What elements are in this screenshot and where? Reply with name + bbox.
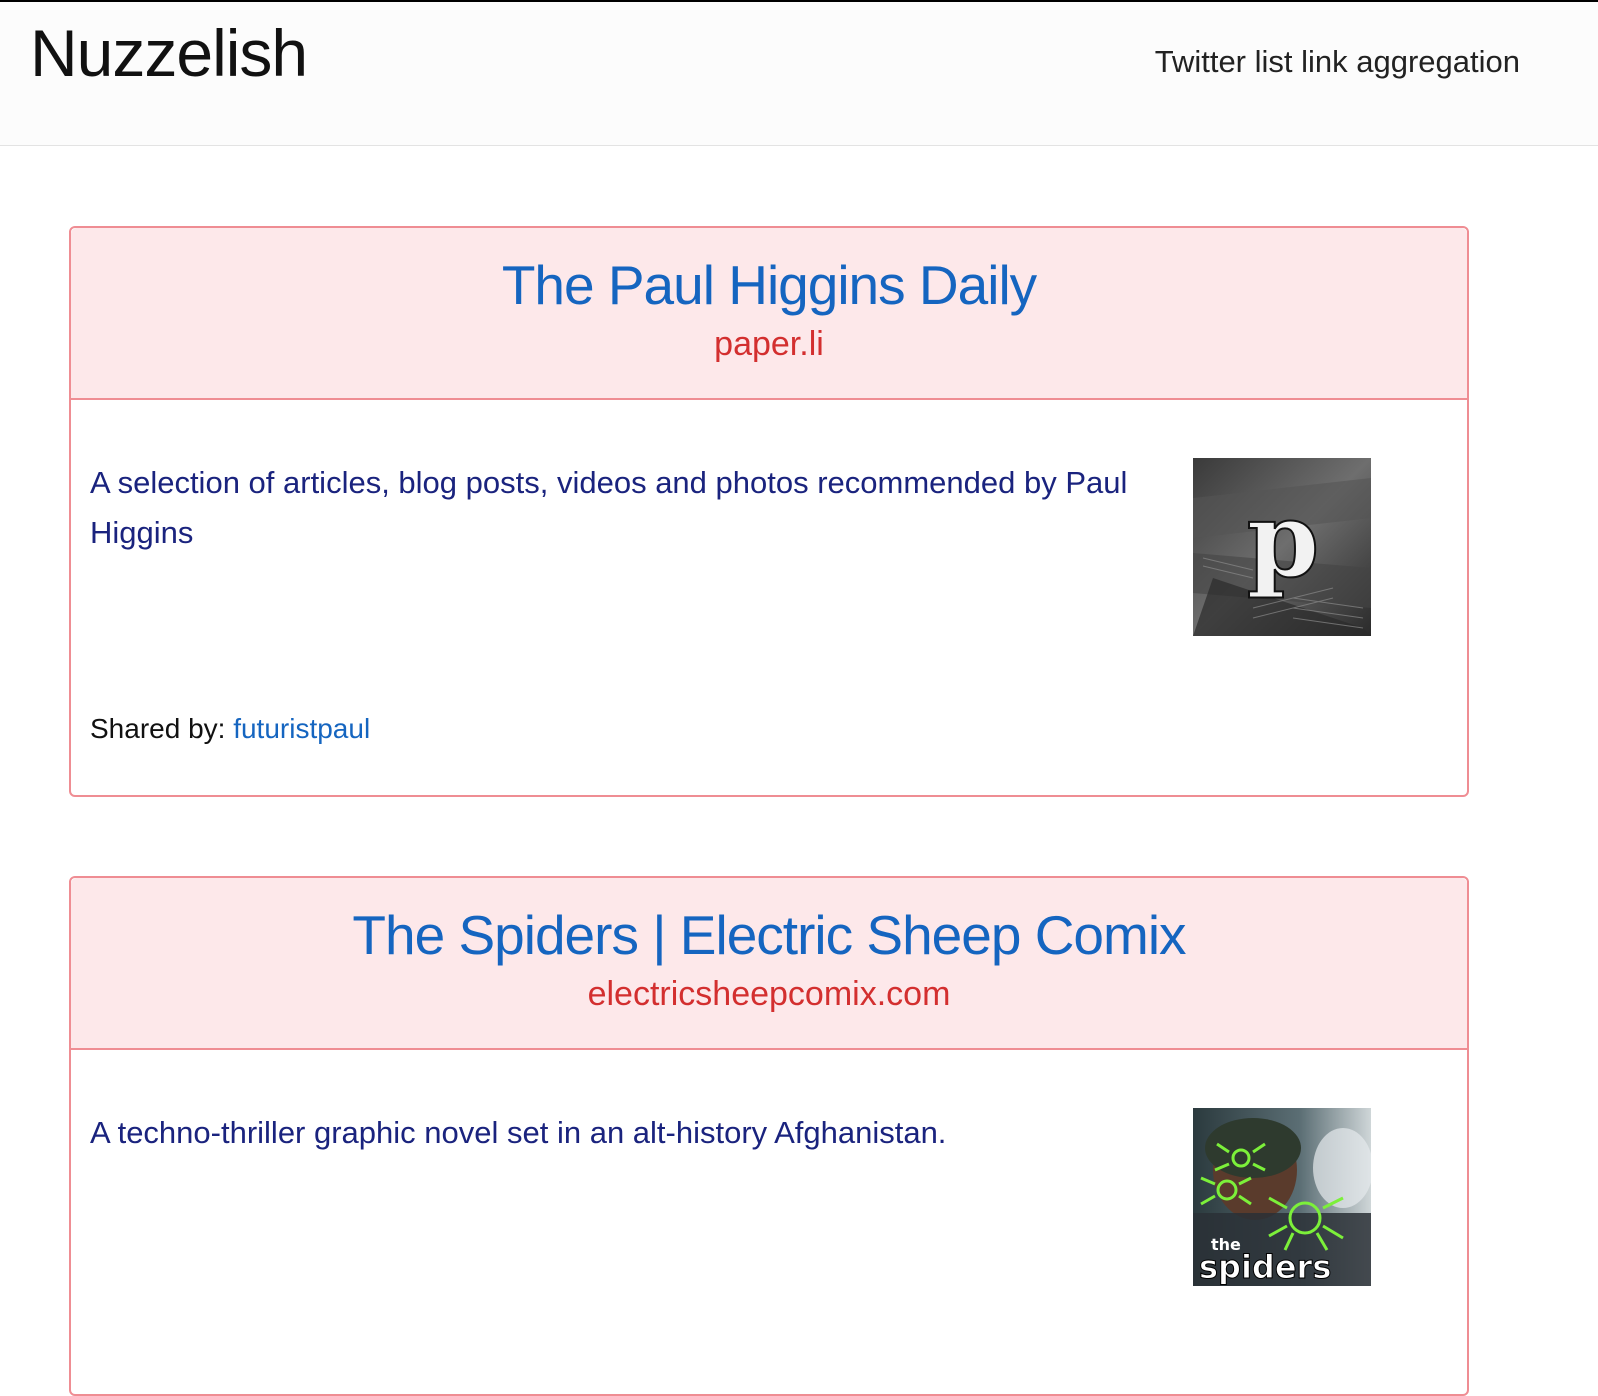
link-card: The Spiders | Electric Sheep Comix elect…	[69, 876, 1469, 1396]
paper-li-letter: p	[1247, 478, 1320, 601]
site-brand[interactable]: Nuzzelish	[30, 20, 308, 86]
card-description: A techno-thriller graphic novel set in a…	[90, 1115, 947, 1150]
site-header: Nuzzelish Twitter list link aggregation	[0, 2, 1598, 146]
link-card: The Paul Higgins Daily paper.li A select…	[69, 226, 1469, 797]
shared-by-user-link[interactable]: futuristpaul	[233, 713, 370, 744]
card-domain: paper.li	[714, 325, 824, 363]
spiders-cover-big-text: spiders	[1199, 1248, 1331, 1286]
card-domain: electricsheepcomix.com	[587, 975, 951, 1013]
shared-by: Shared by: futuristpaul	[90, 713, 370, 745]
card-header: The Paul Higgins Daily paper.li	[71, 228, 1467, 400]
paper-li-logo-icon[interactable]: p	[1193, 458, 1371, 636]
shared-by-label: Shared by:	[90, 713, 226, 744]
card-header: The Spiders | Electric Sheep Comix elect…	[71, 878, 1467, 1050]
site-tagline: Twitter list link aggregation	[1154, 44, 1520, 79]
card-title-link[interactable]: The Paul Higgins Daily	[71, 252, 1467, 318]
the-spiders-cover-icon[interactable]: the spiders	[1193, 1108, 1371, 1286]
card-title-link[interactable]: The Spiders | Electric Sheep Comix	[71, 902, 1467, 968]
card-description: A selection of articles, blog posts, vid…	[90, 465, 1128, 550]
